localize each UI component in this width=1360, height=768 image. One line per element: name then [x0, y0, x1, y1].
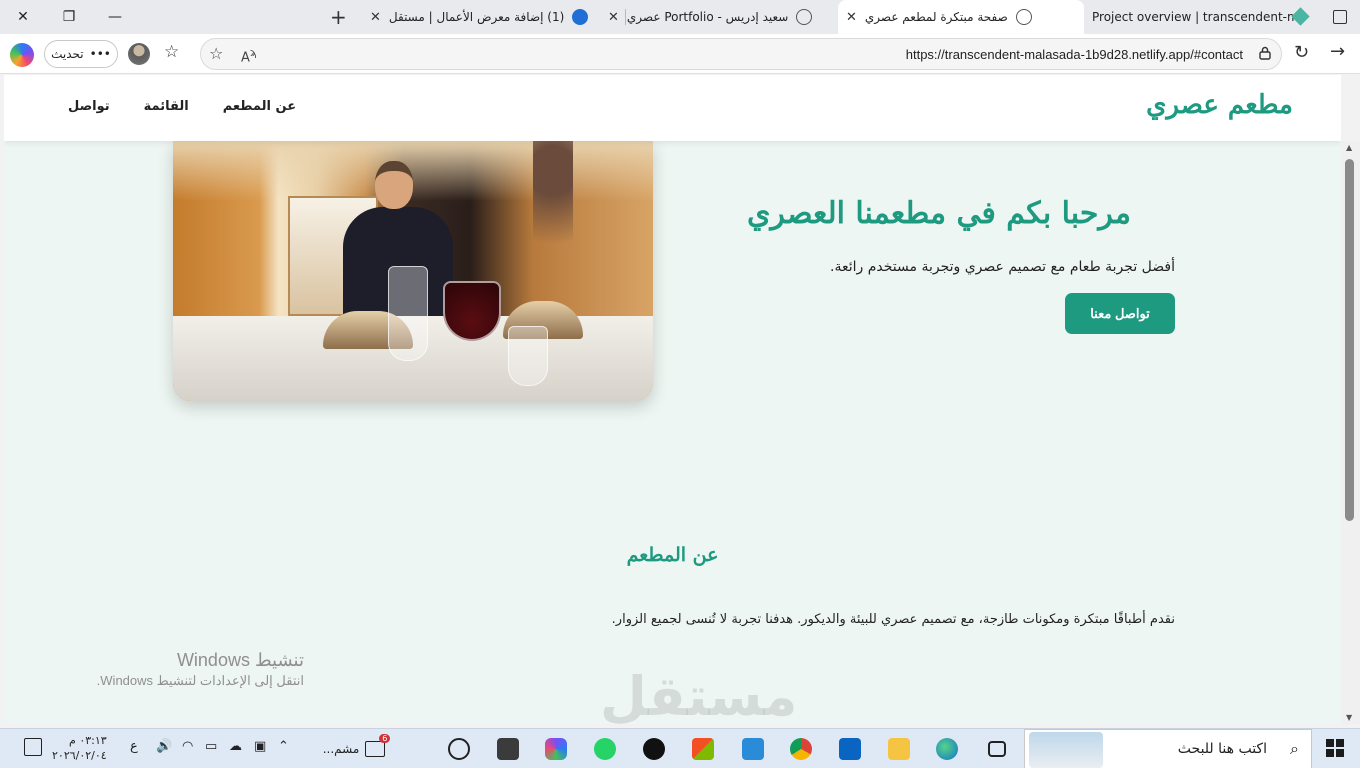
copilot-icon[interactable]	[10, 43, 34, 67]
outlook-icon[interactable]	[839, 737, 861, 761]
site-nav: عن المطعم القائمة تواصل	[68, 99, 296, 114]
activation-subtitle: انتقل إلى الإعدادات لتنشيط Windows.	[96, 673, 304, 688]
favorites-icon[interactable]: ☆	[164, 42, 179, 62]
tab-title: (1) إضافة معرض الأعمال | مستقل	[388, 10, 565, 24]
file-explorer-icon[interactable]	[888, 737, 910, 761]
tab-portfolio[interactable]: ✕ سعيد إدريس - Portfolio عصري	[600, 2, 836, 32]
taskbar: ٠٣:١٣ م ٢٠٢٦/٠٢/٠٤ ع 🔊 ◠ ▭ ☁ ▣ ⌃ مشم... …	[0, 728, 1360, 768]
tab-netlify[interactable]: Project overview | transcendent-m	[1084, 2, 1314, 32]
battery-icon[interactable]: ▭	[205, 739, 217, 754]
close-tab-icon[interactable]: ✕	[846, 10, 857, 25]
wifi-icon[interactable]: ◠	[182, 739, 193, 754]
calculator-icon[interactable]	[497, 737, 519, 761]
task-view-icon[interactable]	[988, 737, 1006, 761]
tab-actions-icon[interactable]	[1333, 10, 1347, 24]
site-logo[interactable]: مطعم عصري	[1146, 90, 1293, 120]
show-hidden-icons-chevron-up-icon[interactable]: ⌃	[278, 739, 289, 754]
update-button[interactable]: تحديث •••	[44, 40, 118, 68]
close-window-button[interactable]: ✕	[0, 0, 46, 34]
volume-icon[interactable]: 🔊	[156, 739, 172, 754]
tiktok-icon[interactable]	[643, 737, 665, 761]
address-bar-row: تحديث ••• ☆ ☆ Aϡ https://transcendent-ma…	[0, 34, 1360, 74]
wine-glass-shape	[443, 281, 501, 341]
site-header: مطعم عصري عن المطعم القائمة تواصل	[4, 75, 1341, 141]
clock-time: ٠٣:١٣ م	[69, 734, 107, 747]
scroll-thumb[interactable]	[1345, 159, 1354, 521]
pinned-label: مشم...	[322, 742, 360, 756]
tab-title: صفحة مبتكرة لمطعم عصري	[864, 10, 1008, 24]
read-aloud-icon[interactable]: Aϡ	[241, 46, 257, 65]
glass-shape	[508, 326, 548, 386]
flower-shape	[533, 141, 573, 291]
reload-icon[interactable]: ↻	[1294, 42, 1309, 63]
search-icon: ⌕	[1290, 739, 1299, 758]
chatgpt-icon[interactable]	[448, 737, 470, 761]
globe-icon	[796, 9, 813, 25]
tab-mostaql[interactable]: ✕ (1) إضافة معرض الأعمال | مستقل	[362, 2, 612, 32]
tab-restaurant[interactable]: ✕ صفحة مبتكرة لمطعم عصري	[838, 0, 1084, 34]
glass-shape	[388, 266, 428, 361]
minimize-window-button[interactable]: —	[92, 0, 138, 34]
nav-link-about[interactable]: عن المطعم	[223, 99, 296, 114]
contact-us-button[interactable]: تواصل معنا	[1065, 293, 1175, 334]
tab-strip: ✕ ❐ — + ✕ (1) إضافة معرض الأعمال | مستقل…	[0, 0, 1360, 34]
clock-date: ٢٠٢٦/٠٢/٠٤	[52, 749, 107, 762]
profile-avatar[interactable]	[128, 43, 150, 65]
m365-icon[interactable]	[545, 737, 567, 761]
close-tab-icon[interactable]: ✕	[608, 10, 619, 25]
search-highlight-image	[1029, 732, 1103, 768]
windows-activation-notice: تنشيط Windows انتقل إلى الإعدادات لتنشيط…	[64, 650, 304, 689]
mostaql-favicon-icon	[572, 9, 589, 25]
page-viewport: مطعم عصري عن المطعم القائمة تواصل مرحبا …	[4, 75, 1341, 724]
forward-icon[interactable]: →	[1330, 41, 1345, 62]
keyboard-language[interactable]: ع	[130, 739, 138, 754]
address-bar[interactable]: ☆ Aϡ https://transcendent-malasada-1b9d2…	[200, 38, 1282, 70]
search-placeholder: اكتب هنا للبحث	[1177, 741, 1267, 757]
chrome-icon[interactable]	[790, 737, 812, 761]
url-text[interactable]: https://transcendent-malasada-1b9d28.net…	[906, 47, 1243, 62]
store-icon[interactable]	[692, 737, 714, 761]
tab-title: Project overview | transcendent-m	[1092, 10, 1299, 24]
nav-link-menu[interactable]: القائمة	[144, 99, 189, 114]
about-text: نقدم أطباقًا مبتكرة ومكونات طازجة، مع تص…	[611, 612, 1175, 627]
notification-icon[interactable]	[24, 738, 42, 756]
taskbar-search-box[interactable]: اكتب هنا للبحث ⌕	[1024, 729, 1312, 768]
whatsapp-icon[interactable]	[594, 737, 616, 761]
edge-icon[interactable]	[936, 737, 958, 761]
restore-window-button[interactable]: ❐	[46, 0, 92, 34]
about-title: عن المطعم	[626, 544, 719, 566]
cloud-icon[interactable]: ☁	[229, 739, 242, 754]
start-button[interactable]	[1326, 739, 1344, 757]
hero-title: مرحبا بكم في مطعمنا العصري	[746, 196, 1131, 231]
update-label: تحديث	[51, 47, 84, 61]
activation-title: تنشيط Windows	[176, 650, 304, 670]
globe-icon	[1015, 9, 1032, 25]
hero-image	[173, 141, 653, 401]
news-icon: 6	[365, 734, 391, 757]
clock[interactable]: ٠٣:١٣ م ٢٠٢٦/٠٢/٠٤	[52, 733, 107, 763]
scroll-down-icon[interactable]: ▼	[1346, 713, 1352, 722]
tab-title: سعيد إدريس - Portfolio عصري	[626, 10, 789, 24]
hero-subtitle: أفضل تجربة طعام مع تصميم عصري وتجربة مست…	[830, 259, 1175, 275]
close-tab-icon[interactable]: ✕	[370, 10, 381, 25]
mostaql-watermark: مستقل	[600, 665, 798, 724]
badge-count: 6	[379, 734, 391, 743]
page-scrollbar[interactable]: ▲ ▼	[1341, 141, 1360, 724]
add-favorite-icon[interactable]: ☆	[209, 44, 223, 63]
lock-icon[interactable]	[1259, 46, 1271, 60]
new-tab-button[interactable]: +	[330, 5, 347, 29]
nav-link-contact[interactable]: تواصل	[68, 99, 110, 114]
scroll-up-icon[interactable]: ▲	[1346, 143, 1352, 152]
meet-icon[interactable]: ▣	[254, 739, 266, 754]
taskbar-app-pinned[interactable]: مشم... 6	[314, 734, 394, 761]
vscode-icon[interactable]	[742, 737, 764, 761]
more-icon: •••	[89, 47, 111, 61]
